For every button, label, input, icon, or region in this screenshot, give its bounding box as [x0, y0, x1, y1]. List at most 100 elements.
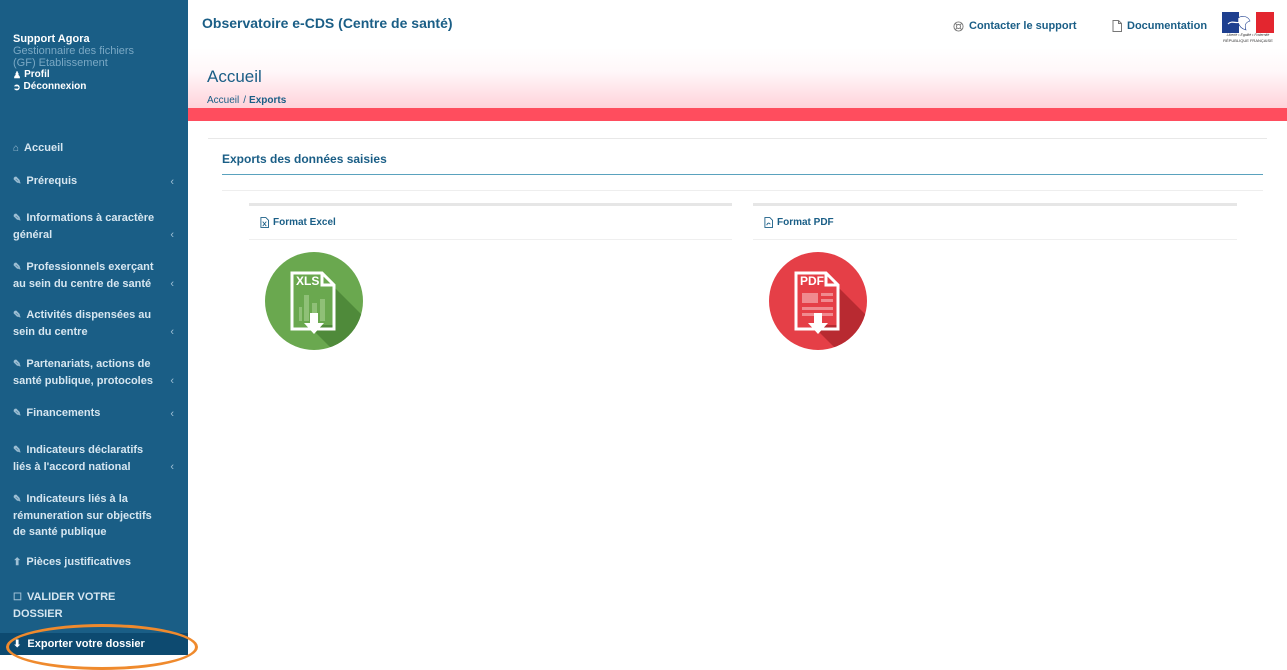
sidebar-item-partenariats[interactable]: ✎ Partenariats, actions de santé publique…: [13, 356, 178, 389]
sidebar-item-label-3: de santé publique: [13, 526, 107, 538]
contact-support-label: Contacter le support: [969, 20, 1077, 32]
sidebar-item-label: Prérequis: [26, 175, 78, 187]
logo-subtext: RÉPUBLIQUE FRANÇAISE: [1223, 38, 1273, 43]
sidebar-item-activites[interactable]: ✎ Activités dispensées au sein du centre …: [13, 307, 178, 340]
breadcrumb-separator: /: [243, 95, 247, 106]
sidebar-item-label: Indicateurs déclaratifs: [26, 444, 144, 456]
sidebar-item-label: Exporter votre dossier: [27, 638, 145, 650]
chevron-left-icon: ‹: [170, 326, 174, 338]
sidebar-item-label-2: rémuneration sur objectifs: [13, 510, 152, 522]
sidebar-item-professionnels[interactable]: ✎ Professionnels exerçant au sein du cent…: [13, 259, 178, 292]
sidebar-item-financements[interactable]: ✎ Financements ‹: [13, 405, 178, 422]
panel-divider: [753, 239, 1237, 240]
sidebar-item-prerequis[interactable]: ✎ Prérequis ‹: [13, 173, 178, 190]
sidebar-item-label: Accueil: [24, 142, 64, 154]
excel-export-panel: Format Excel XLS: [249, 203, 732, 383]
panel-divider: [249, 239, 732, 240]
sidebar-item-label: Professionnels exerçant: [26, 261, 154, 273]
app-title[interactable]: Observatoire e-CDS (Centre de santé): [202, 15, 453, 31]
documentation-link[interactable]: Documentation: [1112, 20, 1207, 32]
edit-icon: ✎: [13, 213, 22, 224]
edit-icon: ✎: [13, 176, 22, 187]
pdf-icon-text: PDF: [800, 274, 824, 288]
documentation-label: Documentation: [1127, 20, 1208, 32]
sidebar-item-label-2: santé publique, protocoles: [13, 375, 153, 387]
sidebar-item-label-2: général: [13, 229, 53, 241]
edit-icon: ✎: [13, 494, 22, 505]
checkbox-icon: ☐: [13, 592, 22, 603]
logout-label: Déconnexion: [23, 81, 87, 92]
pdf-export-label: Format PDF: [777, 217, 834, 228]
breadcrumb-current: Exports: [249, 95, 287, 106]
edit-icon: ✎: [13, 408, 22, 419]
sidebar-item-pieces[interactable]: ⬆ Pièces justificatives: [13, 554, 178, 571]
chevron-left-icon: ‹: [170, 176, 174, 188]
panel-top-border: [753, 203, 1237, 206]
section-title: Exports des données saisies: [222, 152, 387, 166]
sidebar-item-informations[interactable]: ✎ Informations à caractère général ‹: [13, 210, 178, 243]
section-title-underline: [222, 174, 1263, 175]
sidebar-item-accueil[interactable]: ⌂ Accueil: [13, 140, 178, 157]
sidebar-item-label: VALIDER VOTRE: [26, 591, 116, 603]
user-icon: ♟: [13, 70, 22, 80]
section-divider: [222, 190, 1263, 191]
sidebar-item-label: Partenariats, actions de: [26, 358, 151, 370]
sidebar-item-label: Pièces justificatives: [26, 556, 131, 568]
breadcrumb-home[interactable]: Accueil: [207, 95, 239, 106]
chevron-left-icon: ‹: [170, 408, 174, 420]
user-name: Support Agora: [13, 33, 90, 45]
sidebar-item-label-2: au sein du centre de santé: [13, 278, 152, 290]
profile-label: Profil: [24, 69, 50, 80]
edit-icon: ✎: [13, 262, 22, 273]
pdf-file-icon: [764, 217, 773, 228]
sidebar-item-exporter[interactable]: ⬇ Exporter votre dossier: [0, 633, 188, 655]
sidebar-item-label: Financements: [26, 407, 101, 419]
sidebar-item-valider[interactable]: ☐ VALIDER VOTRE DOSSIER: [13, 589, 178, 622]
lifebuoy-icon: [953, 20, 964, 32]
page-title: Accueil: [207, 67, 262, 86]
breadcrumb: Accueil / Exports: [207, 95, 286, 106]
profile-link[interactable]: ♟ Profil: [13, 69, 188, 81]
top-bar: Observatoire e-CDS (Centre de santé) Con…: [188, 0, 1287, 49]
pdf-export-panel: Format PDF PDF: [753, 203, 1237, 383]
edit-icon: ✎: [13, 359, 22, 370]
sidebar-item-indicateurs-declaratifs[interactable]: ✎ Indicateurs déclaratifs liés à l'accord…: [13, 442, 178, 475]
sidebar-item-label-2: liés à l'accord national: [13, 461, 131, 473]
contact-support-link[interactable]: Contacter le support: [953, 20, 1077, 32]
download-icon: ⬇: [13, 638, 22, 650]
chevron-left-icon: ‹: [170, 461, 174, 473]
upload-icon: ⬆: [13, 557, 22, 568]
content-divider: [208, 138, 1267, 139]
edit-icon: ✎: [13, 445, 22, 456]
panel-top-border: [249, 203, 732, 206]
sidebar-item-indicateurs-remuneration[interactable]: ✎ Indicateurs liés à la rémuneration sur …: [13, 491, 178, 540]
republique-francaise-logo: Liberté • Égalité • Fraternité RÉPUBLIQU…: [1220, 10, 1276, 46]
sidebar-item-label-2: sein du centre: [13, 326, 88, 338]
user-role-2: (GF) Etablissement: [13, 57, 108, 69]
user-block: Support Agora Gestionnaire des fichiers …: [0, 0, 188, 93]
sidebar: Support Agora Gestionnaire des fichiers …: [0, 0, 188, 655]
sidebar-item-label: Indicateurs liés à la: [26, 493, 128, 505]
document-icon: [1112, 20, 1122, 32]
chevron-left-icon: ‹: [170, 375, 174, 387]
edit-icon: ✎: [13, 310, 22, 321]
xls-icon-text: XLS: [296, 274, 319, 288]
chevron-left-icon: ‹: [170, 278, 174, 290]
logout-link[interactable]: ➲ Déconnexion: [13, 81, 188, 93]
accent-bar: [188, 108, 1287, 121]
logout-icon: ➲: [13, 82, 21, 92]
excel-export-link[interactable]: Format Excel: [260, 217, 336, 228]
excel-export-label: Format Excel: [273, 217, 336, 228]
logo-motto: Liberté • Égalité • Fraternité: [1226, 33, 1270, 37]
xls-download-icon[interactable]: XLS: [264, 251, 364, 351]
user-role: Gestionnaire des fichiers: [13, 45, 135, 57]
excel-file-icon: [260, 217, 269, 228]
sidebar-item-label: Activités dispensées au: [26, 309, 152, 321]
sidebar-item-label-2: DOSSIER: [13, 608, 63, 620]
pdf-download-icon[interactable]: PDF: [768, 251, 868, 351]
pdf-export-link[interactable]: Format PDF: [764, 217, 834, 228]
page-header: Accueil Accueil / Exports: [188, 48, 1287, 108]
home-icon: ⌂: [13, 143, 20, 154]
chevron-left-icon: ‹: [170, 229, 174, 241]
sidebar-item-label: Informations à caractère: [26, 212, 155, 224]
